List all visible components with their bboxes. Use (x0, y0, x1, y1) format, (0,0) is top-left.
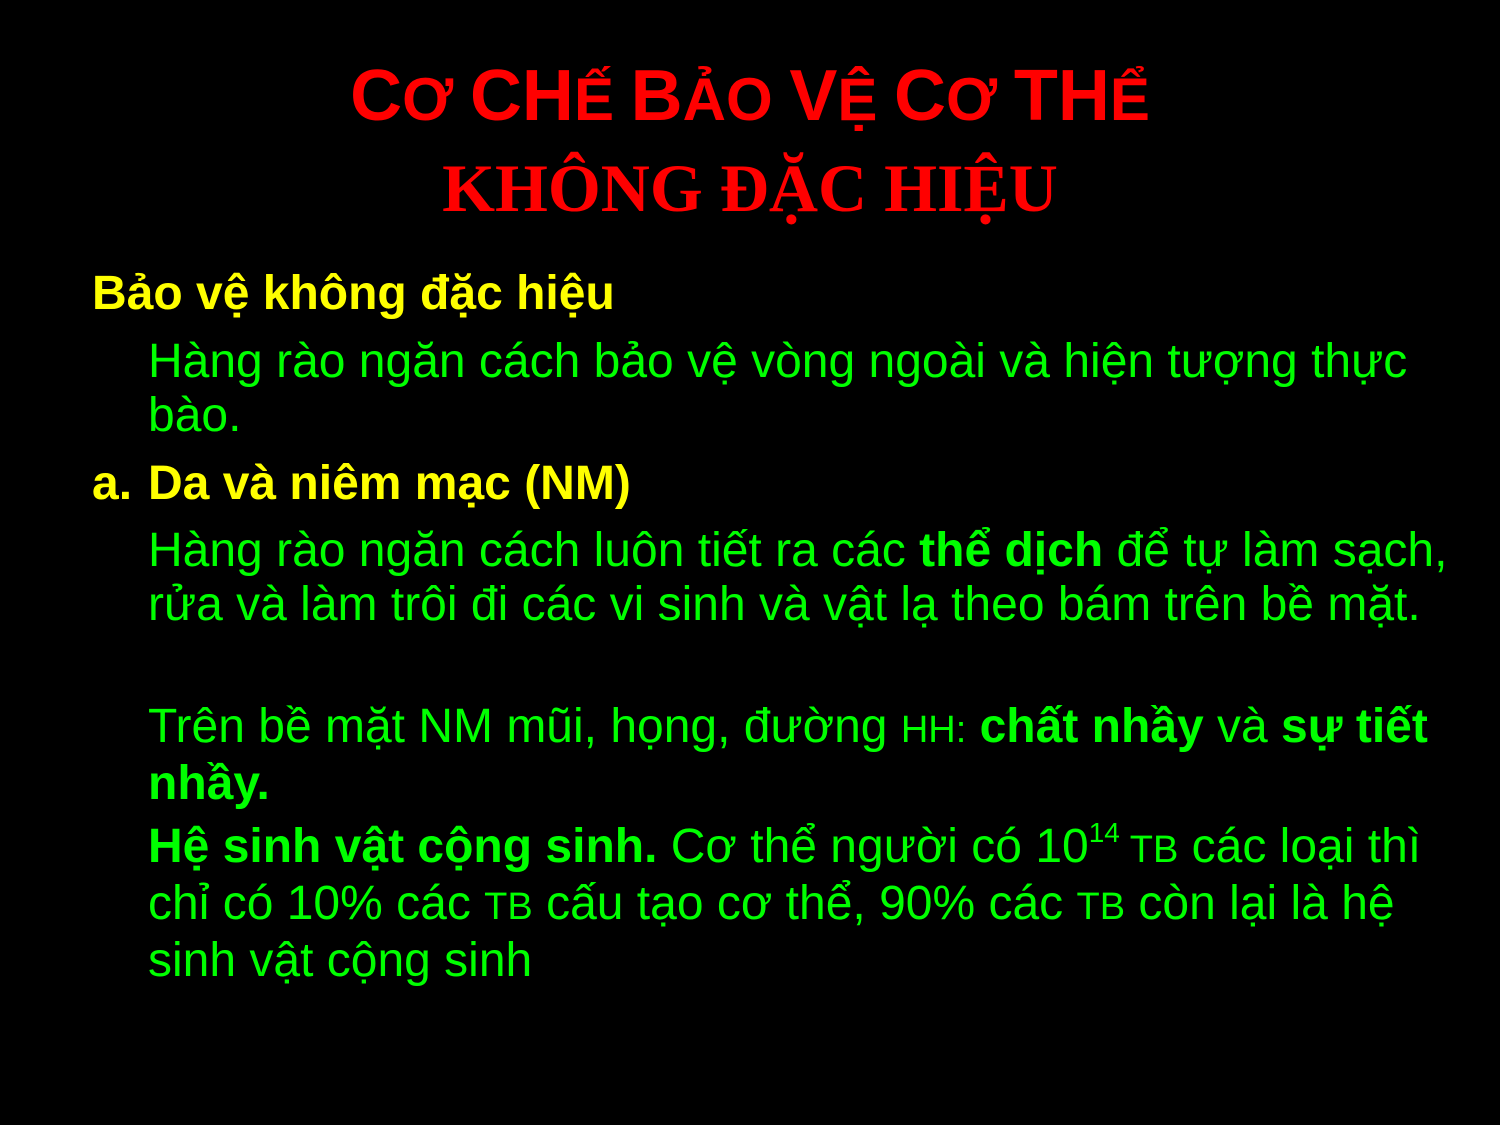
text: Hàng rào ngăn cách luôn tiết ra các (148, 524, 920, 577)
abbreviation: TB (1076, 886, 1126, 928)
text: cấu tạo cơ thể, 90% các (532, 877, 1077, 930)
paragraph-body-fluids: Hàng rào ngăn cách luôn tiết ra các thể … (148, 524, 1448, 632)
abbreviation: HH: (900, 709, 967, 751)
exponent: 14 (1088, 817, 1120, 848)
title-part: Ơ (402, 66, 470, 133)
text: và (1203, 700, 1282, 753)
title-part: V (789, 56, 838, 136)
paragraph-symbiotic-flora: Hệ sinh vật cộng sinh. Cơ thể người có 1… (148, 817, 1448, 988)
section-heading: Bảo vệ không đặc hiệu (92, 267, 615, 320)
list-marker: a. (92, 457, 133, 510)
title-part: C (894, 56, 947, 136)
title-part: Ệ (837, 66, 895, 133)
paragraph-mucus: Trên bề mặt NM mũi, họng, đường HH: chất… (148, 700, 1448, 811)
emphasis: Hệ sinh vật cộng sinh. (148, 820, 658, 873)
slide: CƠ CHẾ BẢO VỆ CƠ THỂ KHÔNG ĐẶC HIỆU Bảo … (0, 0, 1500, 1125)
title-part: B (630, 56, 683, 136)
emphasis: thể dịch (919, 524, 1104, 577)
title-part: TH (1013, 56, 1110, 136)
title-part: C (350, 56, 403, 136)
text: Cơ thể người có 10 (657, 820, 1089, 873)
slide-title-line-2: KHÔNG ĐẶC HIỆU (442, 150, 1058, 226)
abbreviation: TB (484, 886, 533, 928)
title-part: Ế (573, 66, 631, 133)
intro-paragraph: Hàng rào ngăn cách bảo vệ vòng ngoài và … (148, 335, 1408, 442)
title-part: CH (469, 56, 574, 136)
abbreviation: TB (1119, 829, 1179, 871)
slide-title-line-1: CƠ CHẾ BẢO VỆ CƠ THỂ (0, 48, 1500, 148)
title-part: ẢO (682, 66, 790, 133)
section-a-title: Da và niêm mạc (NM) (148, 457, 631, 510)
text: Trên bề mặt NM mũi, họng, đường (148, 700, 901, 753)
emphasis: chất nhầy (966, 700, 1204, 753)
title-part: Ể (1109, 66, 1150, 133)
title-part: Ơ (946, 66, 1014, 133)
